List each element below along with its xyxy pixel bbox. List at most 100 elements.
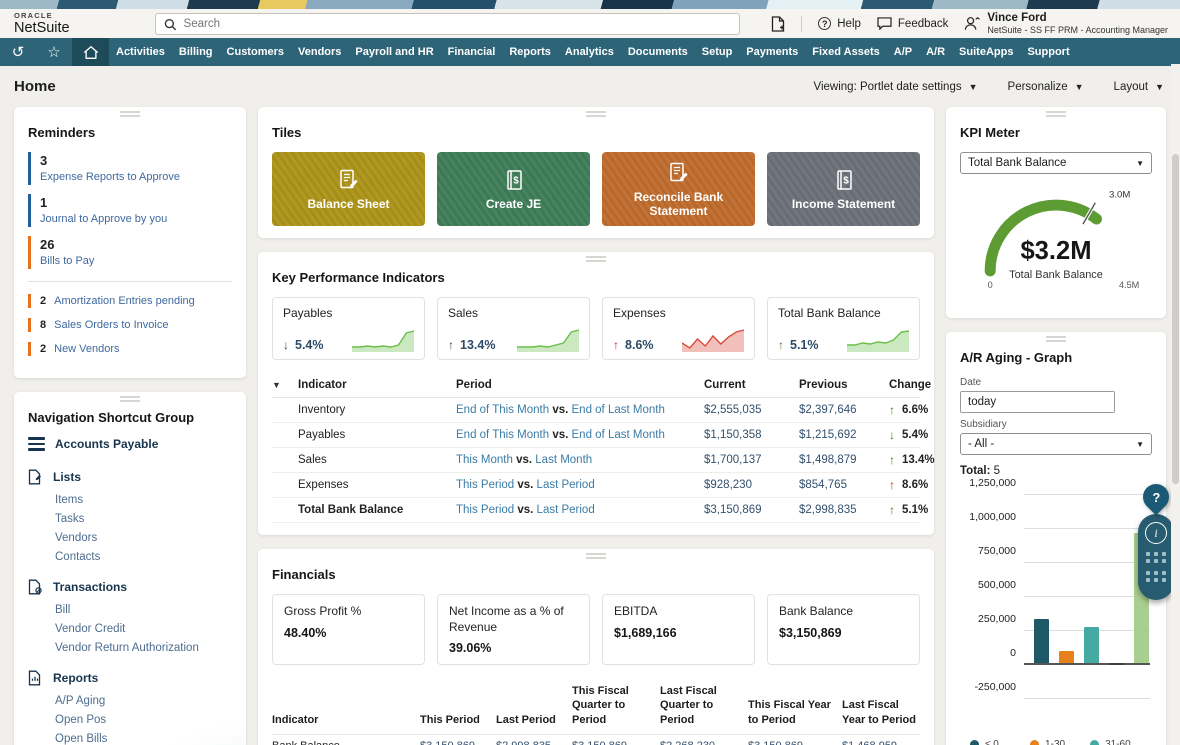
shortcut-link-open-bills[interactable]: Open Bills <box>55 729 232 745</box>
shortcut-link-items[interactable]: Items <box>55 490 232 509</box>
shortcut-link-vendor-return-authorization[interactable]: Vendor Return Authorization <box>55 638 232 657</box>
shortcut-link-tasks[interactable]: Tasks <box>55 509 232 528</box>
portlet-drag-handle[interactable] <box>120 111 140 117</box>
shortcut-section-header[interactable]: Lists <box>28 469 232 485</box>
bar-0[interactable] <box>1034 619 1049 663</box>
kpi-table-row: Expenses This Period vs. Last Period $92… <box>272 473 920 498</box>
reminder-label[interactable]: Sales Orders to Invoice <box>54 319 168 331</box>
feedback-button[interactable]: Feedback <box>877 17 949 30</box>
help-button[interactable]: ? Help <box>818 17 861 30</box>
reminder-label[interactable]: Expense Reports to Approve <box>40 171 232 183</box>
nav-tab-a-p[interactable]: A/P <box>887 38 919 66</box>
nav-tab-setup[interactable]: Setup <box>695 38 740 66</box>
shortcut-link-a-p-aging[interactable]: A/P Aging <box>55 691 232 710</box>
kpi-row-period: This Period vs. Last Period <box>456 504 704 516</box>
expand-caret-icon[interactable]: ▼ <box>272 380 298 390</box>
home-tab[interactable] <box>72 38 109 66</box>
kpi-row-change: 5.4% <box>902 429 928 441</box>
shortcut-section-lists: Lists ItemsTasksVendorsContacts <box>28 469 232 566</box>
chevron-down-icon: ▼ <box>969 82 978 92</box>
financials-row-indicator: Bank Balance <box>272 740 420 745</box>
nav-tab-vendors[interactable]: Vendors <box>291 38 348 66</box>
shortcut-link-vendor-credit[interactable]: Vendor Credit <box>55 619 232 638</box>
date-input[interactable]: today <box>960 391 1115 413</box>
nav-tab-analytics[interactable]: Analytics <box>558 38 621 66</box>
nav-tab-payments[interactable]: Payments <box>739 38 805 66</box>
shortcut-section-header[interactable]: Reports <box>28 670 232 686</box>
netsuite-logo[interactable]: ORACLE NetSuite <box>14 12 70 35</box>
reminder-item[interactable]: 1 Journal to Approve by you <box>28 194 232 227</box>
nav-tab-billing[interactable]: Billing <box>172 38 220 66</box>
tile-balance-sheet[interactable]: Balance Sheet <box>272 152 425 226</box>
gauge-tick-label: 3.0M <box>1109 189 1130 200</box>
bar-61-90[interactable] <box>1109 663 1124 665</box>
nav-tab-suiteapps[interactable]: SuiteApps <box>952 38 1020 66</box>
bar-31-60[interactable] <box>1084 627 1099 663</box>
bar-1-30[interactable] <box>1059 651 1074 663</box>
kpi-row-change: 6.6% <box>902 404 928 416</box>
financials-column-header: This Fiscal Quarter to Period <box>572 684 660 727</box>
tile-reconcile-bank-statement[interactable]: Reconcile Bank Statement <box>602 152 755 226</box>
layout-control[interactable]: Layout▼ <box>1114 81 1164 93</box>
kpi-meter-select[interactable]: Total Bank Balance ▼ <box>960 152 1152 174</box>
nav-tab-customers[interactable]: Customers <box>220 38 291 66</box>
portlet-drag-handle[interactable] <box>586 256 606 262</box>
nav-tab-payroll-and-hr[interactable]: Payroll and HR <box>348 38 440 66</box>
shortcut-link-contacts[interactable]: Contacts <box>55 547 232 566</box>
reminder-label[interactable]: New Vendors <box>54 343 119 355</box>
search-input[interactable] <box>184 18 731 30</box>
recent-records-icon[interactable]: ↺ <box>0 38 36 66</box>
portlet-drag-handle[interactable] <box>586 111 606 117</box>
shortcut-link-bill[interactable]: Bill <box>55 600 232 619</box>
shortcut-group-accounts-payable[interactable]: Accounts Payable <box>28 437 232 451</box>
page-header: Home Viewing: Portlet date settings▼ Per… <box>0 66 1180 105</box>
nav-tab-activities[interactable]: Activities <box>109 38 172 66</box>
reminder-item[interactable]: 26 Bills to Pay <box>28 236 232 269</box>
financial-card-gross-profit: Gross Profit % 48.40% <box>272 594 425 665</box>
reminder-label[interactable]: Journal to Approve by you <box>40 213 232 225</box>
reminder-label[interactable]: Bills to Pay <box>40 255 232 267</box>
financial-card-bank-balance: Bank Balance $3,150,869 <box>767 594 920 665</box>
nav-tab-reports[interactable]: Reports <box>502 38 558 66</box>
financials-row-value: $2,998,835 <box>496 740 572 745</box>
shortcut-link-open-pos[interactable]: Open Pos <box>55 710 232 729</box>
nav-tab-financial[interactable]: Financial <box>441 38 503 66</box>
kpi-name: Total Bank Balance <box>778 306 909 320</box>
nav-tab-support[interactable]: Support <box>1020 38 1076 66</box>
global-search[interactable] <box>155 13 740 35</box>
help-pin-button[interactable]: ? <box>1138 479 1175 516</box>
reminder-item[interactable]: 3 Expense Reports to Approve <box>28 152 232 185</box>
kpi-row-indicator: Expenses <box>298 479 456 491</box>
reminder-item[interactable]: 2 Amortization Entries pending <box>28 294 232 308</box>
subsidiary-select[interactable]: - All - ▼ <box>960 433 1152 455</box>
reminder-label[interactable]: Amortization Entries pending <box>54 295 195 307</box>
info-widget-button[interactable]: i <box>1138 514 1174 600</box>
sparkline-chart <box>352 325 414 352</box>
nav-tab-fixed-assets[interactable]: Fixed Assets <box>805 38 886 66</box>
portlet-date-settings-control[interactable]: Viewing: Portlet date settings▼ <box>814 81 978 93</box>
portlet-drag-handle[interactable] <box>120 396 140 402</box>
reminder-item[interactable]: 2 New Vendors <box>28 342 232 356</box>
dots-grid-icon <box>1146 552 1167 563</box>
portlet-drag-handle[interactable] <box>1046 111 1066 117</box>
scrollbar-thumb[interactable] <box>1172 154 1179 484</box>
personalize-control[interactable]: Personalize▼ <box>1008 81 1084 93</box>
shortcuts-star-icon[interactable]: ☆ <box>36 38 72 66</box>
shortcut-section-header[interactable]: Transactions <box>28 579 232 595</box>
nav-tab-documents[interactable]: Documents <box>621 38 695 66</box>
gauge-label: Total Bank Balance <box>1009 269 1103 281</box>
shortcut-link-vendors[interactable]: Vendors <box>55 528 232 547</box>
tile-create-je[interactable]: $Create JE <box>437 152 590 226</box>
portlet-drag-handle[interactable] <box>586 553 606 559</box>
tile-income-statement[interactable]: $Income Statement <box>767 152 920 226</box>
dots-grid-icon <box>1146 571 1167 582</box>
create-new-button[interactable] <box>771 16 785 32</box>
user-menu[interactable]: Vince Ford NetSuite - SS FF PRM - Accoun… <box>964 11 1168 37</box>
portlet-drag-handle[interactable] <box>1046 336 1066 342</box>
ledger-dollar-icon: $ <box>502 168 526 192</box>
financial-card-value: $3,150,869 <box>779 626 908 640</box>
nav-tab-a-r[interactable]: A/R <box>919 38 952 66</box>
financials-row-value: $3,150,869 <box>420 740 496 745</box>
y-axis-label: 1,250,000 <box>960 477 1016 489</box>
reminder-item[interactable]: 8 Sales Orders to Invoice <box>28 318 232 332</box>
